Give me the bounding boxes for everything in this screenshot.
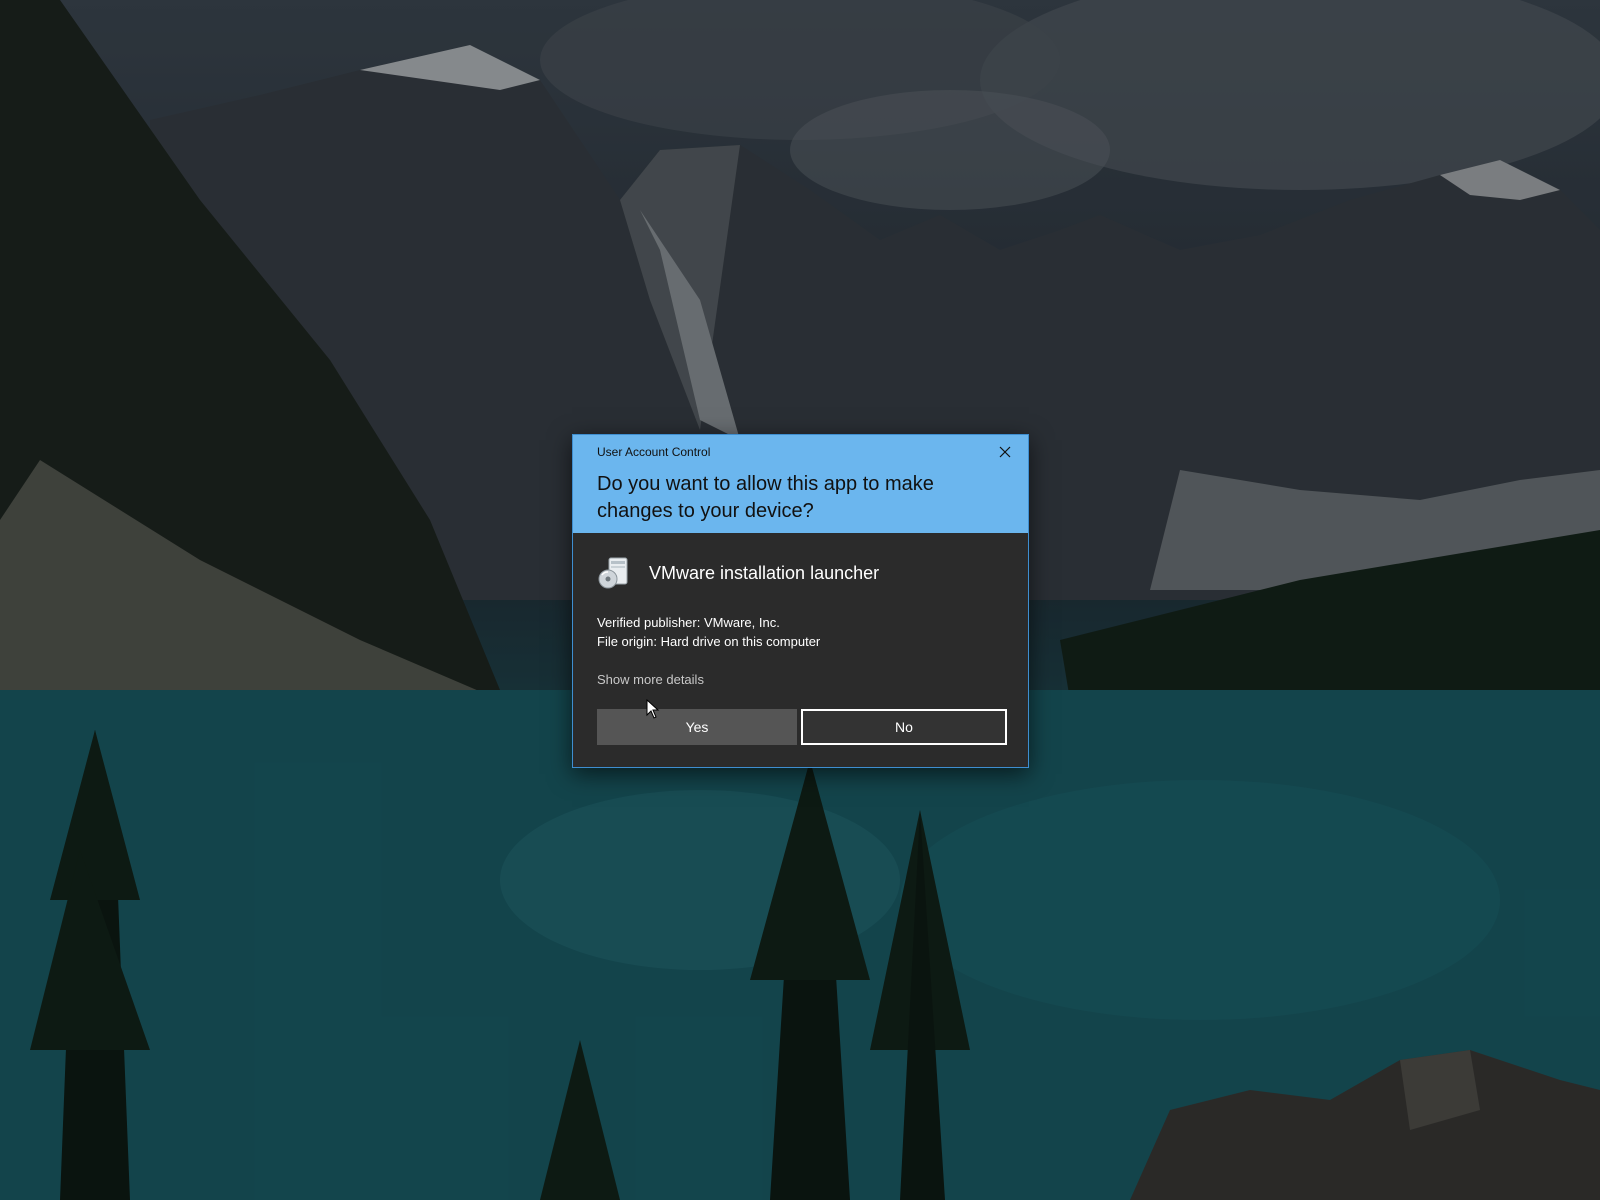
uac-dialog: User Account Control Do you want to allo… [572, 434, 1029, 768]
show-more-details-link[interactable]: Show more details [597, 672, 704, 687]
yes-button[interactable]: Yes [597, 709, 797, 745]
uac-header: User Account Control Do you want to allo… [573, 435, 1028, 533]
publisher-text: Verified publisher: VMware, Inc. [597, 615, 780, 630]
no-button[interactable]: No [801, 709, 1007, 745]
app-row: VMware installation launcher [597, 555, 879, 591]
dialog-question: Do you want to allow this app to make ch… [597, 473, 934, 522]
details-block: Verified publisher: VMware, Inc. File or… [597, 613, 820, 651]
file-origin-text: File origin: Hard drive on this computer [597, 634, 821, 649]
close-icon [999, 446, 1011, 458]
uac-body: VMware installation launcher Verified pu… [573, 533, 1028, 767]
desktop: User Account Control Do you want to allo… [0, 0, 1600, 1200]
dialog-title: User Account Control [597, 445, 711, 459]
installer-icon [598, 557, 628, 589]
mouse-pointer-icon [646, 699, 660, 719]
close-button[interactable] [994, 441, 1016, 463]
app-name: VMware installation launcher [649, 562, 880, 583]
